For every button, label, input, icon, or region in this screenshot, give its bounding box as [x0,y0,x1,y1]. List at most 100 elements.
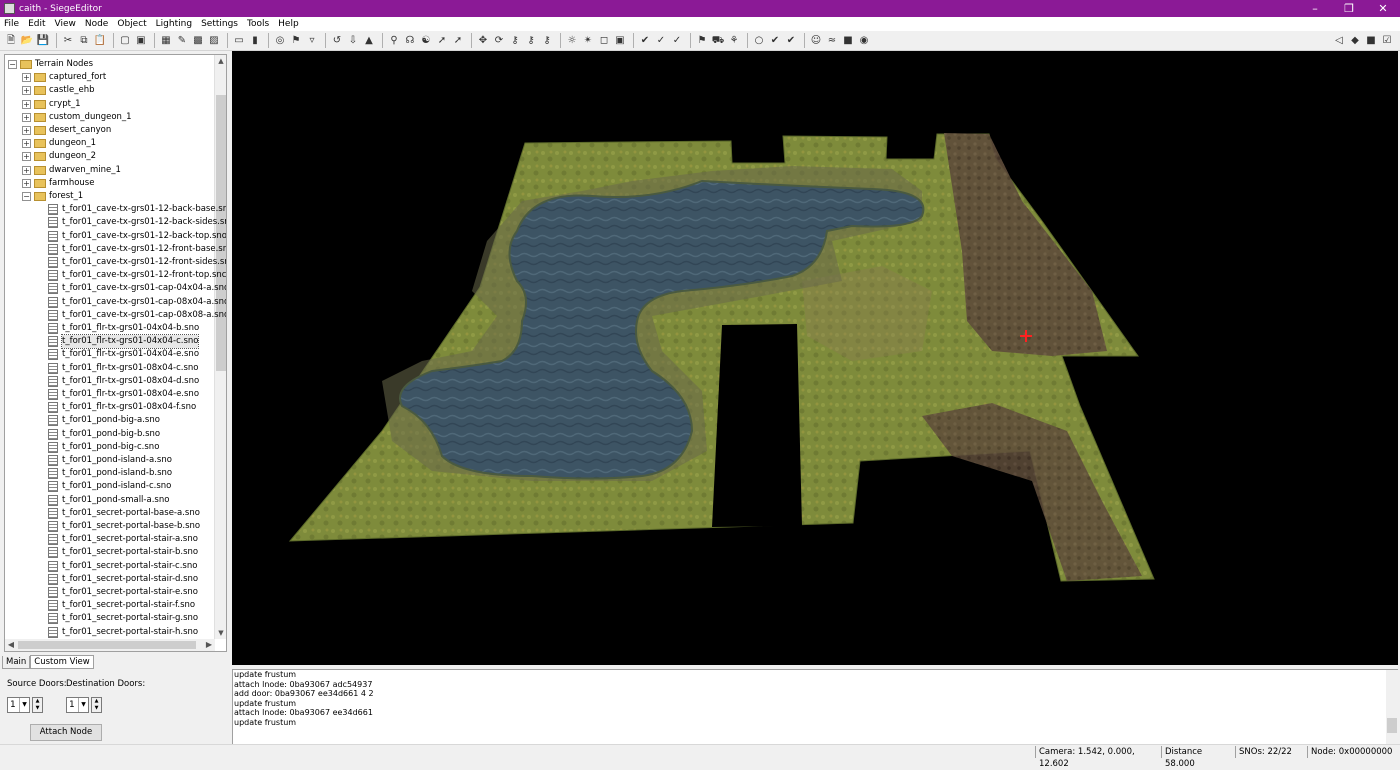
lock-c-icon[interactable]: ⚷ [540,34,554,48]
tree-folder[interactable]: + crypt_1 [22,98,81,111]
terrain-node-tree[interactable]: ▲ ▼ ◀ ▶ − Terrain Nodes + captured_fort + cas… [4,54,227,652]
circle-icon[interactable]: ○ [752,34,766,48]
tree-file[interactable]: t_for01_flr-tx-grs01-08x04-d.sno [48,375,199,388]
chevron-down-icon[interactable]: ▼ [78,697,88,712]
brush-green-icon[interactable]: ▿ [305,34,319,48]
hscroll-thumb[interactable] [18,641,196,649]
sun-icon[interactable]: ☼ [565,34,579,48]
back-icon[interactable]: ◁ [1332,34,1346,48]
tree-file[interactable]: t_for01_pond-big-c.sno [48,441,159,454]
tree-horizontal-scrollbar[interactable]: ◀ ▶ [5,639,215,651]
select-tool-icon[interactable]: ☊ [403,34,417,48]
frame-icon[interactable]: ▣ [613,34,627,48]
menu-help[interactable]: Help [274,19,304,29]
tree-file[interactable]: t_for01_pond-big-b.sno [48,428,160,441]
terrain-render[interactable] [232,51,1398,665]
tree-folder[interactable]: + farmhouse [22,177,94,190]
expand-icon[interactable]: + [22,73,31,83]
minimize-button[interactable]: – [1298,0,1332,17]
person-icon[interactable]: ☯ [419,34,433,48]
menu-file[interactable]: File [0,19,24,29]
move-icon[interactable]: ✥ [476,34,490,48]
sparkle-icon[interactable]: ✴ [581,34,595,48]
tree-file[interactable]: t_for01_secret-portal-base-b.sno [48,520,200,533]
menu-node[interactable]: Node [81,19,114,29]
walk-icon[interactable]: ⚘ [727,34,741,48]
log-scrollbar[interactable] [1386,670,1398,745]
menu-lighting[interactable]: Lighting [152,19,197,29]
flag-icon[interactable]: ⚑ [289,34,303,48]
tree-file[interactable]: t_for01_secret-portal-stair-c.sno [48,560,197,573]
tree-folder[interactable]: + castle_ehb [22,84,95,97]
tab-main[interactable]: Main [2,656,31,669]
wave-icon[interactable]: ≈ [825,34,839,48]
tree-folder[interactable]: + dungeon_2 [22,150,96,163]
tree-file[interactable]: t_for01_flr-tx-grs01-08x04-e.sno [48,388,199,401]
window-b-icon[interactable]: ▨ [207,34,221,48]
destination-doors-spinner[interactable]: 1 ▼ ▲ ▼ [66,696,106,713]
check-b-icon[interactable]: ✔ [784,34,798,48]
restore-button[interactable]: ❐ [1332,0,1366,17]
tree-file[interactable]: t_for01_flr-tx-grs01-04x04-b.sno [48,322,199,335]
destination-doors-field[interactable]: 1 ▼ [66,696,89,713]
lock-a-icon[interactable]: ⚷ [508,34,522,48]
expand-icon[interactable]: + [22,152,31,162]
menu-tools[interactable]: Tools [243,19,274,29]
grid-icon[interactable]: ▦ [159,34,173,48]
tree-file[interactable]: t_for01_pond-island-a.sno [48,454,172,467]
tree-file[interactable]: t_for01_flr-tx-grs01-04x04-e.sno [48,348,199,361]
tree-file[interactable]: t_for01_cave-tx-grs01-12-back-sides.sr [48,216,226,229]
brush-icon[interactable]: ✎ [175,34,189,48]
tree-file[interactable]: t_for01_cave-tx-grs01-12-front-base.sn [48,243,226,256]
copy-icon[interactable]: ⧉ [77,34,91,48]
tree-file[interactable]: t_for01_pond-island-b.sno [48,467,172,480]
line-tool-icon[interactable]: ➚ [435,34,449,48]
tree-file[interactable]: t_for01_cave-tx-grs01-cap-08x04-a.sno [48,296,226,309]
tree-folder[interactable]: + desert_canyon [22,124,111,137]
tree-folder[interactable]: + dungeon_1 [22,137,96,150]
3d-viewport[interactable] [232,51,1398,665]
tree-file[interactable]: t_for01_cave-tx-grs01-12-back-base.sn [48,203,226,216]
doc-b-icon[interactable]: ▮ [248,34,262,48]
close-button[interactable]: ✕ [1366,0,1400,17]
diamond-icon[interactable]: ◆ [1348,34,1362,48]
new-file-icon[interactable]: 🗎 [4,34,18,48]
scroll-right-icon[interactable]: ▶ [203,639,215,651]
tree-file[interactable]: t_for01_pond-small-a.sno [48,494,169,507]
branch-icon[interactable]: ➚ [451,34,465,48]
output-log[interactable]: update frustum attach lnode: 0ba93067 ad… [232,669,1398,745]
collapse-icon[interactable]: − [22,192,31,201]
save-icon[interactable]: 💾 [36,34,50,48]
scroll-up-icon[interactable]: ▲ [215,55,226,67]
flag-red-icon[interactable]: ⚑ [695,34,709,48]
source-doors-spinner[interactable]: 1 ▼ ▲ ▼ [7,696,47,713]
node-select-icon[interactable]: ▢ [118,34,132,48]
expand-icon[interactable]: + [22,178,31,188]
scroll-down-icon[interactable]: ▼ [215,627,226,639]
tree-file[interactable]: t_for01_cave-tx-grs01-cap-04x04-a.sno [48,282,226,295]
collapse-icon[interactable]: − [8,60,17,69]
expand-icon[interactable]: + [22,112,31,122]
destination-doors-stepper[interactable]: ▲ ▼ [91,696,102,713]
source-doors-stepper[interactable]: ▲ ▼ [32,696,43,713]
tree-file[interactable]: t_for01_secret-portal-stair-b.sno [48,546,198,559]
paste-icon[interactable]: 📋 [93,34,107,48]
cut-icon[interactable]: ✂ [61,34,75,48]
menu-settings[interactable]: Settings [197,19,243,29]
tree-file[interactable]: t_for01_secret-portal-stair-g.sno [48,612,198,625]
tree-file[interactable]: t_for01_secret-portal-base-a.sno [48,507,200,520]
tree-vertical-scrollbar[interactable]: ▲ ▼ [214,55,226,639]
tree-folder[interactable]: + captured_fort [22,71,106,84]
expand-icon[interactable]: + [22,99,31,109]
tool-b-icon[interactable]: ✓ [654,34,668,48]
tree-file[interactable]: t_for01_cave-tx-grs01-cap-08x08-a.sno [48,309,226,322]
tree-file[interactable]: t_for01_secret-portal-stair-d.sno [48,573,198,586]
expand-icon[interactable]: + [22,165,31,175]
pin-icon[interactable]: ⚲ [387,34,401,48]
object-select-icon[interactable]: ▣ [134,34,148,48]
tree-folder[interactable]: + custom_dungeon_1 [22,111,132,124]
attach-node-button[interactable]: Attach Node [30,724,102,741]
menu-view[interactable]: View [51,19,81,29]
record-icon[interactable]: ◉ [857,34,871,48]
tree-file[interactable]: t_for01_flr-tx-grs01-04x04-c.sno [48,334,200,350]
